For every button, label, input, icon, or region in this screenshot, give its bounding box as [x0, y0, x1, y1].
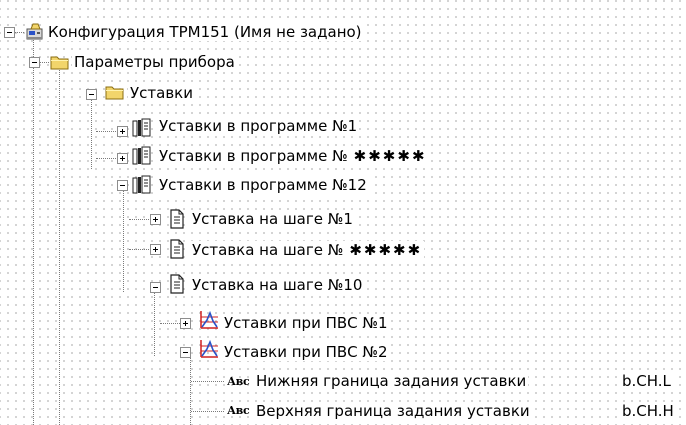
- expand-toggle[interactable]: [150, 214, 161, 225]
- tree-connector: [59, 68, 60, 425]
- string-type-icon: Авс: [227, 375, 250, 388]
- tree-node-root-label[interactable]: Конфигурация ТРМ151 (Имя не задано): [46, 23, 364, 41]
- tree-node-step-n-text: Уставка на шаге №: [192, 241, 344, 259]
- expand-toggle[interactable]: [117, 126, 128, 137]
- tree-connector: [33, 36, 34, 425]
- string-type-icon: Авс: [227, 404, 250, 417]
- masked-number: ✱✱✱✱✱: [349, 241, 423, 259]
- folder-icon: [49, 54, 71, 72]
- chart-icon: [198, 309, 220, 329]
- tree-connector: [39, 62, 49, 63]
- tree-connector: [154, 291, 155, 356]
- chart-icon: [198, 338, 220, 358]
- tree-connector: [91, 98, 92, 169]
- tree-connector: [190, 356, 191, 425]
- collapse-toggle[interactable]: [29, 57, 40, 68]
- book-icon: [131, 174, 153, 194]
- tree-node-step-n-label[interactable]: Уставка на шаге № ✱✱✱✱✱: [190, 241, 425, 259]
- expand-toggle[interactable]: [180, 318, 191, 329]
- collapse-toggle[interactable]: [4, 27, 15, 38]
- collapse-toggle[interactable]: [86, 89, 97, 100]
- collapse-toggle[interactable]: [117, 180, 128, 191]
- tree-node-pvs-2-label[interactable]: Уставки при ПВС №2: [222, 343, 390, 361]
- tree-connector: [129, 249, 149, 250]
- tree-connector: [123, 189, 124, 292]
- folder-icon: [104, 84, 126, 102]
- masked-number: ✱✱✱✱✱: [353, 147, 427, 165]
- tree-node-step-10-label[interactable]: Уставка на шаге №10: [190, 276, 365, 294]
- tree-node-program-n-text: Уставки в программе №: [159, 147, 348, 165]
- tree-node-upper-bound-value: b.CH.H: [620, 402, 676, 420]
- device-config-icon: [24, 23, 46, 41]
- tree-connector: [191, 411, 224, 412]
- tree-connector: [129, 219, 149, 220]
- expand-toggle[interactable]: [117, 153, 128, 164]
- tree-node-program-n-label[interactable]: Уставки в программе № ✱✱✱✱✱: [157, 147, 429, 165]
- tree-node-program-12-label[interactable]: Уставки в программе №12: [157, 176, 369, 194]
- tree-node-device-params-label[interactable]: Параметры прибора: [72, 53, 237, 71]
- book-icon: [131, 117, 153, 137]
- tree-connector: [191, 381, 224, 382]
- tree-connector: [14, 32, 24, 33]
- document-icon: [166, 273, 188, 294]
- book-icon: [131, 145, 153, 165]
- tree-connector: [96, 131, 116, 132]
- tree-node-setpoints-label[interactable]: Уставки: [128, 84, 195, 102]
- collapse-toggle[interactable]: [150, 282, 161, 293]
- tree-node-lower-bound-label[interactable]: Нижняя граница задания уставки: [254, 372, 529, 390]
- tree-node-step-1-label[interactable]: Уставка на шаге №1: [190, 210, 355, 228]
- configuration-tree: Конфигурация ТРМ151 (Имя не задано) Пара…: [0, 0, 686, 425]
- tree-node-upper-bound-label[interactable]: Верхняя граница задания уставки: [254, 402, 532, 420]
- tree-node-lower-bound-value: b.CH.L: [620, 372, 673, 390]
- document-icon: [166, 238, 188, 259]
- collapse-toggle[interactable]: [180, 347, 191, 358]
- tree-connector: [160, 323, 180, 324]
- expand-toggle[interactable]: [150, 244, 161, 255]
- tree-node-program-1-label[interactable]: Уставки в программе №1: [157, 117, 360, 135]
- tree-node-pvs-1-label[interactable]: Уставки при ПВС №1: [222, 314, 390, 332]
- tree-connector: [96, 158, 116, 159]
- document-icon: [166, 208, 188, 229]
